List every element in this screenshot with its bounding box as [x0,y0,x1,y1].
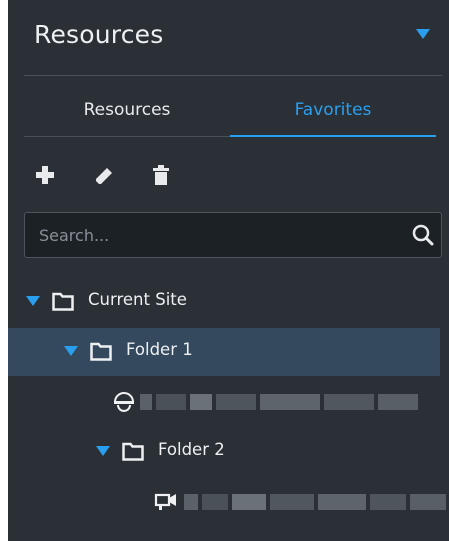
tree-node-camera-1[interactable] [8,378,449,426]
tree-label-current-site: Current Site [88,290,187,309]
caret-down-icon[interactable] [26,296,40,306]
tree-label-folder-2: Folder 2 [158,440,225,459]
folder-icon [90,342,112,361]
plus-icon[interactable] [32,162,58,188]
panel-header: Resources [8,0,438,76]
search-box [24,212,442,258]
folder-icon [52,292,74,311]
caret-down-icon[interactable] [96,446,110,456]
tree-node-camera-2[interactable] [8,478,449,526]
folder-icon [122,442,144,461]
redacted-device-name [184,494,446,510]
tree-node-current-site[interactable]: Current Site [8,278,449,326]
redacted-device-name [140,394,418,410]
tab-resources[interactable]: Resources [24,86,230,136]
tab-bar: Resources Favorites [24,86,442,137]
tree-label-folder-1: Folder 1 [126,340,193,359]
dome-camera-icon [113,392,135,412]
bullet-camera-icon [154,493,176,510]
header-divider [24,75,442,76]
caret-down-icon[interactable] [64,346,78,356]
tab-divider [24,136,230,137]
resources-panel: Resources Resources Favorites Search... … [8,0,449,541]
active-tab-indicator [230,135,436,137]
panel-title: Resources [34,20,164,49]
search-icon[interactable] [411,223,435,247]
tree-node-folder-1[interactable]: Folder 1 [8,328,440,376]
search-input[interactable] [25,213,405,257]
tree-node-folder-2[interactable]: Folder 2 [8,428,449,476]
pencil-icon[interactable] [90,162,116,188]
tab-favorites[interactable]: Favorites [230,86,436,136]
trash-icon[interactable] [148,162,174,188]
caret-down-icon[interactable] [416,28,430,40]
